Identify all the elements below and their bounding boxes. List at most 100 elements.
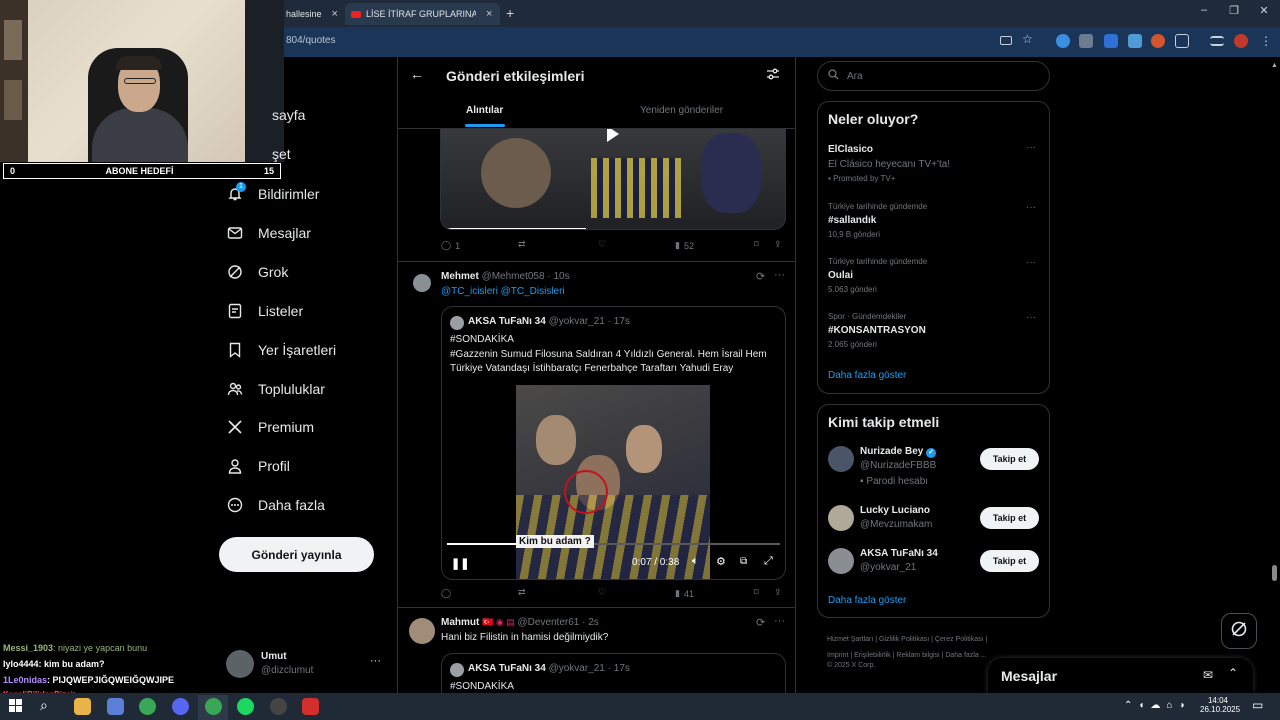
trend-item[interactable]: Türkiye tarihinde gündemde #sallandık 10…	[818, 198, 1049, 248]
extension-icon[interactable]	[1104, 34, 1118, 48]
star-icon[interactable]: ☆	[1022, 32, 1033, 46]
follow-button[interactable]: Takip et	[980, 448, 1039, 470]
sidebar-item-explore[interactable]: şet	[272, 146, 291, 162]
more-icon[interactable]: ···	[1026, 202, 1036, 213]
url-field[interactable]: 804/quotes	[286, 35, 336, 46]
discord-icon[interactable]	[172, 698, 189, 715]
more-icon[interactable]: ···	[774, 615, 785, 627]
tab-quotes[interactable]: Alıntılar	[466, 105, 503, 116]
trend-item[interactable]: Türkiye tarihinde gündemde Oulai 5.063 g…	[818, 253, 1049, 303]
share-button[interactable]: ⇪	[774, 239, 782, 250]
bookmark-button[interactable]: ⌑	[754, 587, 759, 598]
post-mentions[interactable]: @TC_icisleri @TC_Disisleri	[441, 286, 565, 297]
like-button[interactable]: ♡	[598, 239, 606, 250]
footer-link[interactable]: Daha fazla ...	[945, 652, 986, 659]
extension-icon[interactable]	[1079, 34, 1093, 48]
profile-avatar[interactable]	[1234, 34, 1248, 48]
follow-suggestion[interactable]: Nurizade Bey ✓ @NurizadeFBBB ▪ Parodi he…	[818, 445, 1049, 495]
footer-link[interactable]: Hizmet Şartları	[827, 636, 873, 643]
reading-list-icon[interactable]	[1210, 36, 1224, 46]
reply-button[interactable]: ◯	[441, 588, 451, 599]
footer-link[interactable]: Imprint	[827, 652, 848, 659]
extension-icon[interactable]	[1128, 34, 1142, 48]
pip-icon[interactable]: ⧉	[740, 556, 747, 567]
sidebar-item-communities[interactable]: Topluluklar	[226, 380, 325, 398]
progress-track[interactable]	[447, 543, 780, 545]
tab-1[interactable]: hallesine ×	[280, 3, 342, 25]
volume-icon[interactable]: 🔈︎	[692, 555, 699, 568]
tab-close-icon[interactable]: ×	[332, 8, 338, 20]
video-player[interactable]: Kim bu adam ? ❚❚ 0:07 / 0:38 🔈︎ ⚙ ⧉ ⤢	[442, 385, 785, 579]
windows-start-icon[interactable]	[9, 699, 22, 712]
file-explorer-icon[interactable]	[74, 698, 91, 715]
app-icon[interactable]	[302, 698, 319, 715]
fullscreen-icon[interactable]: ⤢	[764, 555, 773, 568]
new-message-icon[interactable]: ✉	[1203, 668, 1213, 682]
repost-button[interactable]: ⇄	[518, 239, 526, 250]
post-button[interactable]: Gönderi yayınla	[219, 537, 374, 572]
sidebar-item-lists[interactable]: Listeler	[226, 302, 303, 320]
sidebar-item-messages[interactable]: Mesajlar	[226, 224, 311, 242]
sidebar-item-premium[interactable]: Premium	[226, 418, 314, 436]
sidebar-item-notifications[interactable]: 1 Bildirimler	[226, 182, 319, 203]
grok-icon[interactable]: ⟳	[756, 270, 765, 283]
extension-icon[interactable]	[1056, 34, 1070, 48]
reply-button[interactable]: ◯ 1	[441, 240, 460, 251]
obs-icon[interactable]	[270, 698, 287, 715]
sidebar-item-bookmarks[interactable]: Yer İşaretleri	[226, 341, 336, 359]
install-icon[interactable]	[1000, 36, 1012, 45]
sidebar-item-more[interactable]: Daha fazla	[226, 496, 325, 514]
chrome-icon[interactable]	[205, 698, 222, 715]
clock[interactable]: 14:04 26.10.2025	[1200, 696, 1240, 714]
messages-dock[interactable]: Mesajlar ✉ ⌃	[988, 658, 1253, 694]
views-button[interactable]: ▮ 52	[675, 240, 694, 251]
puzzle-icon[interactable]	[1175, 34, 1189, 48]
notification-center-icon[interactable]: ▭	[1252, 698, 1263, 712]
more-icon[interactable]: ···	[1026, 257, 1036, 268]
footer-link[interactable]: Çerez Politikası	[935, 636, 984, 643]
back-arrow-icon[interactable]: ←	[410, 66, 424, 82]
quoted-post[interactable]: AKSA TuFaNı 34 @yokvar_21 · 17s #SONDAKİ…	[441, 653, 786, 693]
minimize-button[interactable]: –	[1194, 4, 1214, 16]
settings-sliders-icon[interactable]	[766, 67, 780, 86]
trend-item[interactable]: Spor · Gündemdekiler #KONSANTRASYON 2.06…	[818, 308, 1049, 358]
chrome-icon[interactable]	[139, 698, 156, 715]
footer-link[interactable]: Reklam bilgisi	[896, 652, 939, 659]
footer-link[interactable]: Gizlilik Politikası	[879, 636, 929, 643]
search-input[interactable]: Ara	[817, 61, 1050, 91]
views-button[interactable]: ▮ 41	[675, 588, 694, 599]
follow-button[interactable]: Takip et	[980, 550, 1039, 572]
search-icon[interactable]: ⌕	[40, 697, 48, 714]
settings-icon[interactable]: ⚙	[716, 555, 726, 568]
follow-suggestion[interactable]: Lucky Luciano @Mevzumakam Takip et	[818, 504, 1049, 544]
show-more-link[interactable]: Daha fazla göster	[828, 595, 906, 606]
follow-button[interactable]: Takip et	[980, 507, 1039, 529]
more-icon[interactable]: ···	[774, 269, 785, 281]
restore-button[interactable]: ❐	[1224, 4, 1244, 17]
repost-button[interactable]: ⇄	[518, 587, 526, 598]
extension-icon[interactable]	[1151, 34, 1165, 48]
more-icon[interactable]: ···	[1026, 142, 1036, 153]
show-more-link[interactable]: Daha fazla göster	[828, 370, 906, 381]
sidebar-item-profile[interactable]: Profil	[226, 457, 290, 475]
more-icon[interactable]: ···	[370, 655, 381, 667]
app-icon[interactable]	[107, 698, 124, 715]
more-icon[interactable]: ···	[1026, 312, 1036, 323]
post[interactable]: Mahmut 🇹🇷 ◉ ▤ @Deventer61 · 2s ⟳ ··· Han…	[398, 608, 795, 693]
scroll-up-arrow[interactable]: ▲	[1271, 62, 1278, 70]
grok-fab-button[interactable]	[1221, 613, 1257, 649]
like-button[interactable]: ♡	[598, 587, 606, 598]
footer-link[interactable]: Erişilebilirlik	[854, 652, 891, 659]
tab-close-icon[interactable]: ×	[486, 8, 492, 20]
post[interactable]: Mehmet @Mehmet058 · 10s ⟳ ··· @TC_icisle…	[398, 262, 795, 607]
tab-2[interactable]: LİSE İTİRAF GRUPLARINA SIZD ×	[345, 3, 500, 25]
bookmark-button[interactable]: ⌑	[754, 239, 759, 250]
grok-icon[interactable]: ⟳	[756, 616, 765, 629]
new-tab-button[interactable]: +	[506, 5, 514, 21]
tab-reposts[interactable]: Yeniden gönderiler	[640, 105, 723, 116]
menu-icon[interactable]: ⋮	[1260, 34, 1272, 48]
chevron-up-icon[interactable]: ⌃	[1228, 666, 1238, 680]
share-button[interactable]: ⇪	[774, 587, 782, 598]
scrollbar-thumb[interactable]	[1272, 565, 1277, 581]
sidebar-item-home[interactable]: sayfa	[272, 107, 305, 123]
